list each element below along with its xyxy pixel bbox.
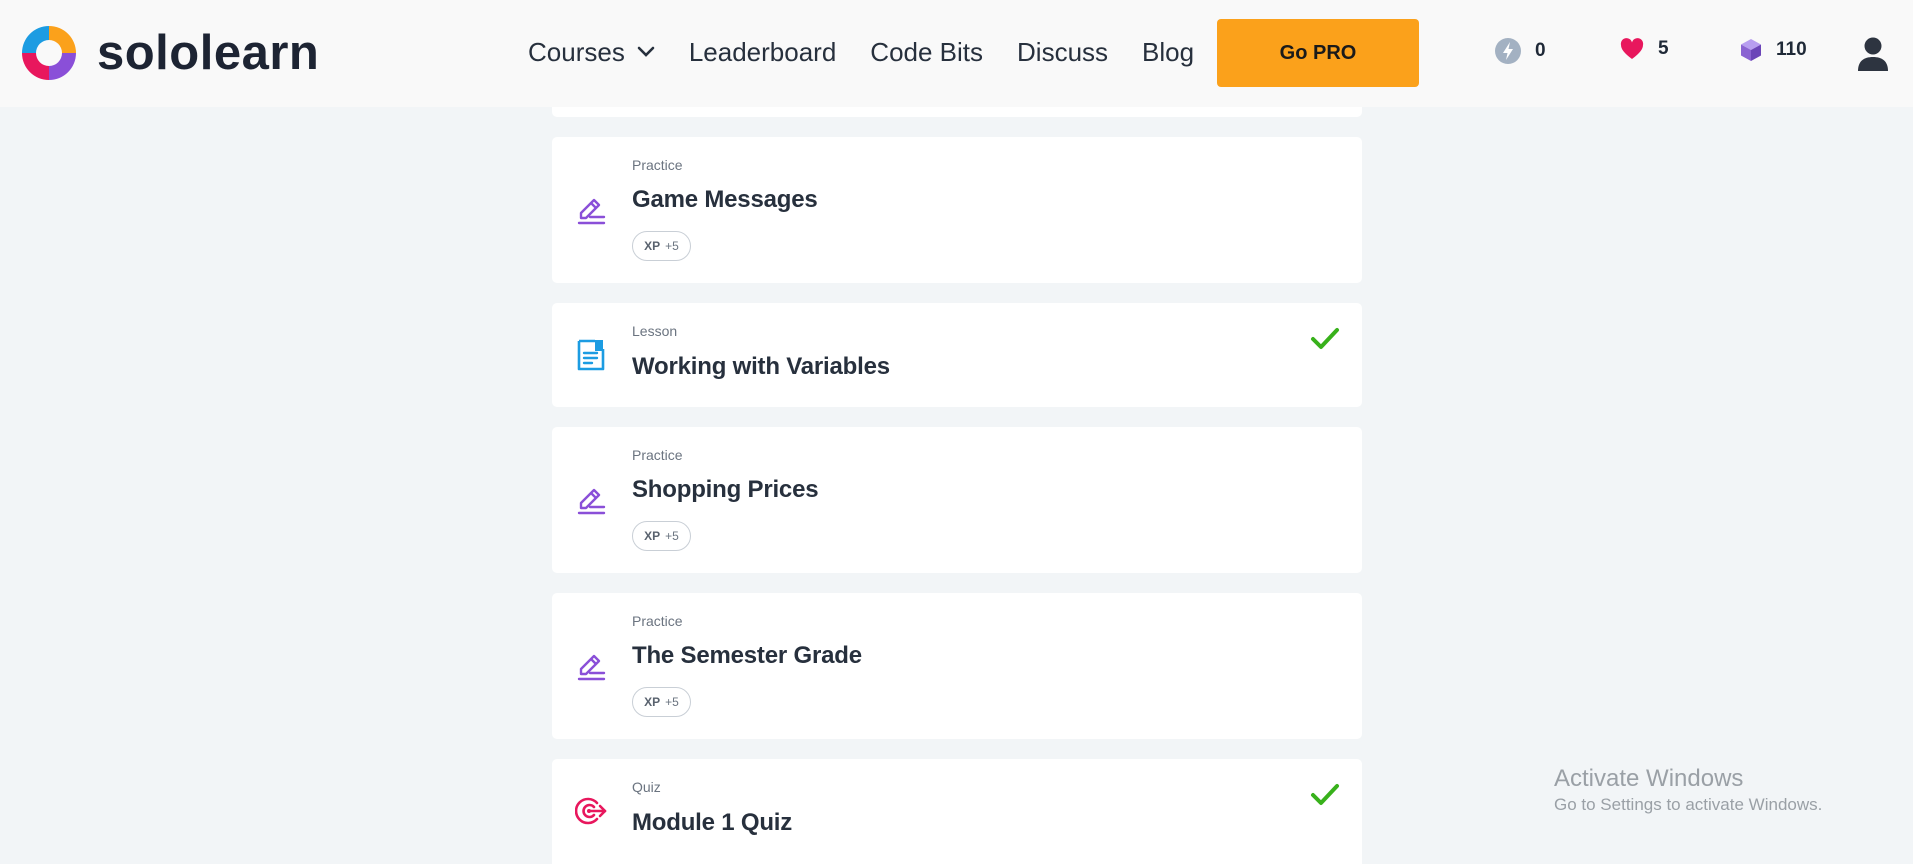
lesson-title: Module 1 Quiz (632, 809, 793, 836)
top-navbar: sololearn Courses Leaderboard Code Bits … (0, 0, 1913, 107)
lesson-card[interactable]: Lesson Working with Variables (552, 303, 1362, 407)
lesson-card[interactable]: Practice Game Messages XP +5 (552, 137, 1362, 283)
hearts-stat[interactable]: 5 (1620, 38, 1669, 60)
nav-leaderboard[interactable]: Leaderboard (689, 36, 836, 68)
heart-icon (1620, 38, 1644, 59)
lesson-title: Working with Variables (632, 353, 890, 380)
gem-icon (1741, 39, 1761, 61)
check-icon (1311, 328, 1339, 349)
profile-icon[interactable] (1856, 36, 1890, 72)
nav-blog[interactable]: Blog (1142, 36, 1194, 68)
lesson-card[interactable]: Practice Shopping Prices XP +5 (552, 427, 1362, 573)
streak-stat[interactable]: 0 (1495, 38, 1546, 64)
chevron-down-icon (637, 46, 655, 57)
lesson-card[interactable]: Quiz Module 1 Quiz (552, 759, 1362, 864)
lesson-title: Shopping Prices (632, 476, 819, 503)
target-icon (575, 797, 607, 825)
xp-value: +5 (665, 239, 679, 253)
lesson-title: Game Messages (632, 186, 818, 213)
nav-code-bits[interactable]: Code Bits (870, 36, 983, 68)
lesson-type: Quiz (632, 779, 661, 795)
nav-courses[interactable]: Courses (528, 36, 655, 68)
watermark-subtitle: Go to Settings to activate Windows. (1554, 795, 1823, 814)
lesson-type: Practice (632, 613, 683, 629)
check-icon (1311, 784, 1339, 805)
nav-discuss[interactable]: Discuss (1017, 36, 1108, 68)
brand-name: sololearn (97, 25, 320, 80)
xp-value: +5 (665, 695, 679, 709)
go-pro-button[interactable]: Go PRO (1217, 19, 1419, 87)
lesson-card[interactable]: Practice The Semester Grade XP +5 (552, 593, 1362, 739)
xp-badge: XP +5 (632, 687, 691, 717)
gems-stat[interactable]: 110 (1740, 38, 1807, 62)
lesson-type: Lesson (632, 323, 678, 339)
lesson-type: Practice (632, 447, 683, 463)
pencil-icon (577, 488, 606, 515)
windows-activation-watermark: Activate Windows Go to Settings to activ… (1554, 764, 1822, 816)
xp-badge: XP +5 (632, 231, 691, 261)
main-nav: Courses Leaderboard Code Bits Discuss Bl… (528, 36, 1228, 68)
lesson-icon (577, 339, 605, 371)
lesson-title: The Semester Grade (632, 642, 862, 669)
hearts-count: 5 (1658, 38, 1669, 59)
nav-courses-label: Courses (528, 37, 625, 67)
sololearn-logo-icon (22, 26, 76, 80)
gems-count: 110 (1776, 39, 1807, 60)
bolt-count: 0 (1535, 40, 1546, 61)
lesson-type: Practice (632, 157, 683, 173)
pencil-icon (577, 654, 606, 681)
pencil-icon (577, 198, 606, 225)
xp-label: XP (644, 695, 661, 709)
sololearn-logo[interactable]: sololearn (18, 22, 319, 84)
watermark-title: Activate Windows (1554, 765, 1744, 792)
xp-value: +5 (665, 529, 679, 543)
bolt-icon (1495, 38, 1521, 64)
xp-badge: XP +5 (632, 521, 691, 551)
xp-label: XP (644, 239, 661, 253)
xp-label: XP (644, 529, 661, 543)
